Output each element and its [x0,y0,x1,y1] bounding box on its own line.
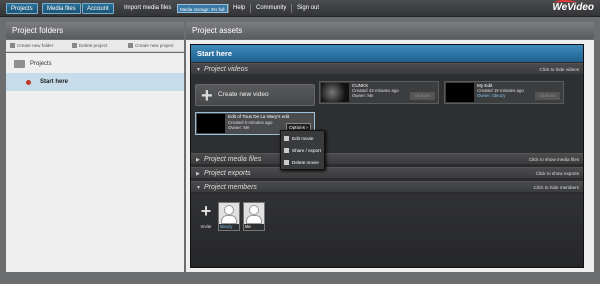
edit-icon [284,136,289,141]
invite-button[interactable]: + Invite [197,202,215,230]
share-icon [284,148,289,153]
delete-project-button[interactable]: Delete project [72,42,107,50]
create-video-button[interactable]: + Create new video [195,84,315,107]
section-project-exports[interactable]: ▶ Project exports Click to show exports [191,167,583,178]
members-area: + Invite tdeuzy Me [191,194,583,267]
nav-import[interactable]: Import media files [120,3,175,14]
create-project-button[interactable]: Create new project [128,42,174,50]
video-thumbnail [446,83,474,102]
folder-projects[interactable]: Projects [6,56,184,72]
collapsed-icon: ▶ [196,157,200,163]
nav-divider [250,4,251,13]
nav-account[interactable]: Account [82,3,114,14]
folder-label: Projects [30,61,52,67]
folder-icon [14,60,25,68]
create-folder-label: Create new folder [17,43,54,48]
member-name: Me [244,224,264,230]
project-title: Start here [191,45,583,62]
nav-sign-out[interactable]: Sign out [293,3,323,14]
member-avatar[interactable]: Me [243,202,265,231]
section-title: Project exports [204,170,251,177]
menu-edit-movie[interactable]: Edit movie [284,135,313,142]
video-card[interactable]: My Edit Created 19 minutes ago Owner: td… [444,81,564,104]
project-panel: Start here ▼ Project videos Click to hid… [190,44,584,268]
logo: WeVideo [552,0,594,13]
delete-icon [284,160,289,165]
menu-label: Edit movie [292,136,314,141]
options-menu: Edit movie Share / export Delete movie [280,130,325,170]
avatar-head-icon [224,205,234,215]
nav-community[interactable]: Community [252,3,290,14]
avatar-body-icon [246,215,262,224]
menu-share-export[interactable]: Share / export [284,147,321,154]
toggle-media-link[interactable]: Click to show media files [529,156,579,163]
options-button[interactable]: Options [410,92,435,100]
project-folders-header: Project folders [6,22,184,39]
section-title: Project media files [204,156,262,163]
section-project-members[interactable]: ▼ Project members Click to hide members [191,181,583,192]
video-card[interactable]: CUNKS Created 43 minutes ago Owner: Me O… [319,81,439,104]
nav-projects[interactable]: Projects [6,3,38,14]
project-label: Start here [40,79,69,85]
video-owner: Owner: tdeuzy [477,93,506,98]
video-name: Edit of Tous De La Wary's edit [228,114,290,119]
invite-label: Invite [200,224,212,229]
plus-icon: + [201,85,213,107]
project-assets-header: Project assets [186,22,594,39]
collapsed-icon: ▶ [196,171,200,177]
expanded-icon: ▼ [196,185,201,191]
create-folder-button[interactable]: Create new folder [10,42,53,50]
toggle-videos-link[interactable]: Click to hide videos [539,66,579,73]
folders-toolbar: Create new folder Delete project Create … [6,40,184,52]
section-title: Project members [204,184,257,191]
options-button[interactable]: Options [535,92,560,100]
nav-divider [291,4,292,13]
toggle-members-link[interactable]: Click to hide members [534,184,579,191]
plus-icon: + [200,201,212,221]
expanded-icon: ▼ [196,67,201,73]
menu-label: Share / export [292,148,321,153]
avatar-body-icon [221,215,237,224]
section-title: Project videos [204,66,248,73]
delete-icon [72,43,77,49]
video-owner: Owner: Me [228,125,250,130]
avatar-head-icon [249,205,259,215]
menu-label: Delete movie [292,160,319,165]
toggle-exports-link[interactable]: Click to show exports [536,170,579,177]
member-name: tdeuzy [219,224,239,230]
video-thumbnail [321,83,349,102]
create-video-label: Create new video [218,91,269,98]
project-start-here[interactable]: Start here [6,73,184,91]
top-nav: Projects Media files Account Import medi… [0,0,600,17]
logo-swoosh-icon [554,0,577,6]
plus-icon [128,43,133,49]
member-avatar[interactable]: tdeuzy [218,202,240,231]
section-project-videos[interactable]: ▼ Project videos Click to hide videos [191,63,583,74]
delete-project-label: Delete project [79,43,108,48]
plus-icon [10,43,15,49]
folder-tree: Projects Start here [6,53,184,272]
nav-media-files[interactable]: Media files [42,3,81,14]
menu-delete-movie[interactable]: Delete movie [284,159,319,166]
nav-help[interactable]: Help [229,3,249,14]
create-project-label: Create new project [135,43,174,48]
storage-badge: Media storage: 0% full [177,4,228,13]
videos-area: + Create new video CUNKS Created 43 minu… [191,74,583,153]
project-dot-icon [26,80,31,85]
video-thumbnail [197,114,225,133]
video-owner: Owner: Me [352,93,374,98]
section-project-media-files[interactable]: ▶ Project media files Click to show medi… [191,153,583,164]
